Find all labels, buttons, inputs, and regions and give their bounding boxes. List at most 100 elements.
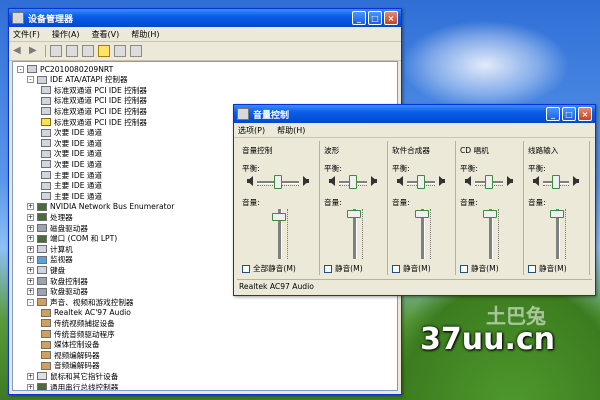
- mute-checkbox[interactable]: 全部静音(M): [242, 263, 296, 274]
- tree-item[interactable]: + 端口 (COM 和 LPT): [27, 234, 117, 244]
- maximize-button[interactable]: □: [368, 11, 382, 25]
- expand-icon[interactable]: +: [27, 224, 34, 232]
- tree-item[interactable]: + 鼠标和其它指针设备: [27, 371, 118, 381]
- expand-icon[interactable]: +: [27, 256, 34, 264]
- collapse-icon[interactable]: -: [17, 65, 24, 73]
- volume-thumb[interactable]: [483, 210, 497, 218]
- balance-slider[interactable]: [465, 173, 513, 191]
- expand-icon[interactable]: +: [27, 203, 34, 211]
- forward-arrow-icon[interactable]: ▶: [29, 45, 41, 57]
- tree-item[interactable]: 标准双通道 PCI IDE 控制器: [39, 96, 147, 106]
- balance-thumb[interactable]: [417, 175, 425, 189]
- tree-item[interactable]: 标准双通道 PCI IDE 控制器: [39, 85, 147, 95]
- volume-thumb[interactable]: [272, 212, 286, 221]
- tree-item[interactable]: 传统视频捕捉设备: [39, 318, 115, 328]
- tree-item[interactable]: + 计算机: [27, 244, 73, 254]
- mute-checkbox[interactable]: 静音(M): [460, 263, 499, 274]
- tree-item[interactable]: 主要 IDE 通道: [39, 170, 102, 180]
- minimize-button[interactable]: _: [352, 11, 366, 25]
- tree-item[interactable]: - PC2010080209NRT: [17, 64, 113, 74]
- balance-thumb[interactable]: [485, 175, 493, 189]
- tree-item[interactable]: 次要 IDE 通道: [39, 149, 102, 159]
- expand-icon[interactable]: +: [27, 245, 34, 253]
- balance-thumb[interactable]: [552, 175, 560, 189]
- expand-icon[interactable]: +: [27, 383, 34, 390]
- checkbox-box[interactable]: [392, 264, 400, 273]
- tree-item[interactable]: + 处理器: [27, 212, 73, 222]
- expand-icon[interactable]: +: [27, 288, 34, 296]
- tree-item[interactable]: 次要 IDE 通道: [39, 159, 102, 169]
- device-manager-titlebar[interactable]: 设备管理器 _ □ ×: [9, 9, 401, 27]
- minimize-button[interactable]: _: [546, 107, 560, 121]
- help-icon[interactable]: [98, 45, 110, 57]
- expand-icon[interactable]: +: [27, 213, 34, 221]
- expand-icon[interactable]: +: [27, 372, 34, 380]
- collapse-icon[interactable]: -: [27, 76, 34, 84]
- expand-icon[interactable]: +: [27, 277, 34, 285]
- mute-label: 全部静音(M): [253, 264, 296, 273]
- tree-item[interactable]: 音频编解码器: [39, 361, 100, 371]
- volume-label: 音量:: [460, 198, 478, 207]
- volume-thumb[interactable]: [415, 210, 429, 218]
- tree-item[interactable]: 主要 IDE 通道: [39, 181, 102, 191]
- tree-item[interactable]: 媒体控制设备: [39, 340, 100, 350]
- mute-checkbox[interactable]: 静音(M): [324, 263, 363, 274]
- tree-item[interactable]: 视频编解码器: [39, 350, 100, 360]
- expand-icon[interactable]: +: [27, 235, 34, 243]
- maximize-button[interactable]: □: [562, 107, 576, 121]
- scan-hardware-icon[interactable]: [114, 45, 126, 57]
- tree-item[interactable]: + 磁盘驱动器: [27, 223, 88, 233]
- mute-checkbox[interactable]: 静音(M): [392, 263, 431, 274]
- tree-item[interactable]: 标准双通道 PCI IDE 控制器: [39, 106, 147, 116]
- right-speaker-icon: [371, 176, 377, 186]
- checkbox-box[interactable]: [528, 264, 536, 273]
- mouse-icon: [37, 372, 47, 381]
- tree-item[interactable]: 次要 IDE 通道: [39, 138, 102, 148]
- warning-icon: [41, 118, 51, 126]
- tree-item[interactable]: 次要 IDE 通道: [39, 128, 102, 138]
- tree-item[interactable]: + NVIDIA Network Bus Enumerator: [27, 202, 174, 212]
- balance-thumb[interactable]: [349, 175, 357, 189]
- balance-slider[interactable]: [329, 173, 377, 191]
- mute-checkbox[interactable]: 静音(M): [528, 263, 567, 274]
- balance-slider[interactable]: [533, 173, 579, 191]
- tree-item[interactable]: + 监视器: [27, 255, 73, 265]
- menu-view[interactable]: 查看(V): [92, 29, 120, 40]
- update-driver-icon[interactable]: [130, 45, 142, 57]
- balance-slider[interactable]: [247, 173, 309, 191]
- properties-icon[interactable]: [82, 45, 94, 57]
- tree-item[interactable]: + 软盘驱动器: [27, 287, 88, 297]
- print-icon[interactable]: [66, 45, 78, 57]
- menu-help[interactable]: 帮助(H): [131, 29, 159, 40]
- menu-help[interactable]: 帮助(H): [277, 125, 305, 136]
- close-button[interactable]: ×: [578, 107, 592, 121]
- tree-item[interactable]: + 键盘: [27, 265, 65, 275]
- volume-thumb[interactable]: [347, 210, 361, 218]
- view-icon[interactable]: [50, 45, 62, 57]
- menu-options[interactable]: 选项(P): [238, 125, 265, 136]
- volume-thumb[interactable]: [550, 210, 564, 218]
- checkbox-box[interactable]: [324, 264, 332, 273]
- balance-thumb[interactable]: [274, 175, 282, 189]
- expand-icon[interactable]: +: [27, 266, 34, 274]
- tree-item[interactable]: - 声音、视频和游戏控制器: [27, 297, 134, 307]
- volume-control-menubar: 选项(P) 帮助(H): [234, 123, 595, 138]
- tree-item[interactable]: - IDE ATA/ATAPI 控制器: [27, 75, 128, 85]
- checkbox-box[interactable]: [460, 264, 468, 273]
- tree-item[interactable]: + 通用串行总线控制器: [27, 382, 118, 390]
- collapse-icon[interactable]: -: [27, 298, 34, 306]
- tree-item[interactable]: + 软盘控制器: [27, 276, 88, 286]
- checkbox-box[interactable]: [242, 264, 250, 273]
- volume-control-titlebar[interactable]: 音量控制 _ □ ×: [234, 105, 595, 123]
- disk-icon: [37, 224, 47, 232]
- back-arrow-icon[interactable]: ◀: [13, 45, 25, 57]
- menu-action[interactable]: 操作(A): [52, 29, 80, 40]
- menu-file[interactable]: 文件(F): [13, 29, 40, 40]
- tree-item[interactable]: 标准双通道 PCI IDE 控制器: [39, 117, 147, 127]
- left-speaker-icon: [397, 176, 403, 186]
- balance-slider[interactable]: [397, 173, 445, 191]
- tree-item[interactable]: 传统音频驱动程序: [39, 329, 115, 339]
- tree-item[interactable]: 主要 IDE 通道: [39, 191, 102, 201]
- tree-item[interactable]: Realtek AC'97 Audio: [39, 308, 131, 318]
- close-button[interactable]: ×: [384, 11, 398, 25]
